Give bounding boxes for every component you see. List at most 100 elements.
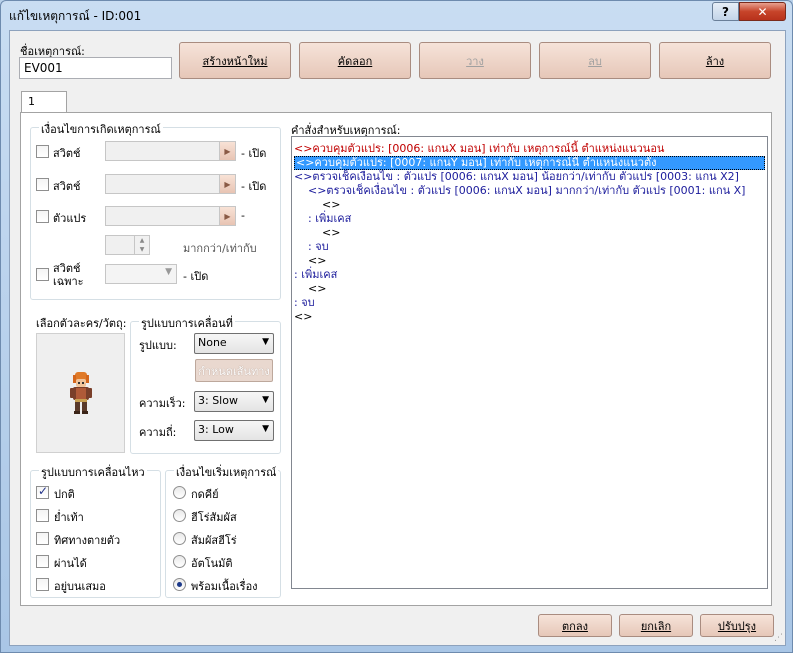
option-checkbox[interactable] bbox=[36, 555, 49, 568]
command-line[interactable]: : จบ bbox=[292, 240, 767, 254]
trigger-label: กดคีย์ bbox=[191, 488, 219, 501]
help-button[interactable]: ? bbox=[712, 2, 739, 21]
character-sprite-icon bbox=[70, 372, 92, 414]
switch2-selector[interactable]: ▶ bbox=[105, 174, 236, 194]
switch2-arrow-icon: ▶ bbox=[219, 175, 235, 193]
frequency-value: 3: Low bbox=[198, 423, 234, 436]
speed-label: ความเร็ว: bbox=[139, 397, 186, 410]
graphic-label: เลือกตัวละคร/วัตถุ: bbox=[36, 317, 127, 330]
command-line[interactable]: <> bbox=[292, 310, 767, 324]
command-line[interactable]: <>ตรวจเช็คเงื่อนไข : ตัวแปร [0006: แกนX … bbox=[292, 184, 767, 198]
trigger-radio[interactable] bbox=[173, 486, 186, 499]
delete-page-button[interactable]: ลบ bbox=[539, 42, 651, 79]
apply-button[interactable]: ปรับปรุง bbox=[700, 614, 774, 637]
speed-value: 3: Slow bbox=[198, 394, 238, 407]
cancel-button[interactable]: ยกเลิก bbox=[619, 614, 693, 637]
command-line[interactable]: : จบ bbox=[292, 296, 767, 310]
event-page-panel: เงื่อนไขการเกิดเหตุการณ์ สวิตช์ ▶ - เปิด… bbox=[20, 112, 772, 606]
command-line[interactable]: <> bbox=[292, 282, 767, 296]
switch1-arrow-icon: ▶ bbox=[219, 142, 235, 160]
command-line[interactable]: <> bbox=[292, 198, 767, 212]
command-line[interactable]: : เพิ่มเคส bbox=[292, 212, 767, 226]
option-checkbox[interactable] bbox=[36, 532, 49, 545]
switch1-selector[interactable]: ▶ bbox=[105, 141, 236, 161]
trigger-label: พร้อมเนื้อเรื่อง bbox=[191, 580, 258, 593]
trigger-radio[interactable] bbox=[173, 555, 186, 568]
command-line[interactable]: <>ตรวจเช็คเงื่อนไข : ตัวแปร [0006: แกนX … bbox=[292, 170, 767, 184]
switch2-checkbox[interactable] bbox=[36, 178, 49, 191]
spinner-arrows-icon[interactable]: ▲ ▼ bbox=[134, 236, 149, 254]
resize-grip-icon[interactable]: ⋰ bbox=[774, 633, 783, 643]
command-line[interactable]: <>ควบคุมตัวแปร: [0007: แกนY มอน] เท่ากับ… bbox=[294, 156, 765, 170]
switch1-checkbox[interactable] bbox=[36, 145, 49, 158]
frequency-chevron-down-icon: ▼ bbox=[262, 424, 269, 434]
command-line[interactable]: <>ควบคุมตัวแปร: [0006: แกนX มอน] เท่ากับ… bbox=[292, 142, 767, 156]
event-name-field[interactable]: EV001 bbox=[19, 57, 172, 79]
paste-page-button[interactable]: วาง bbox=[419, 42, 531, 79]
trigger-radio[interactable] bbox=[173, 532, 186, 545]
conditions-group: เงื่อนไขการเกิดเหตุการณ์ สวิตช์ ▶ - เปิด… bbox=[30, 120, 281, 300]
self-switch-label: สวิตช์ เฉพาะ bbox=[53, 262, 84, 288]
trigger-radio[interactable] bbox=[173, 578, 186, 591]
move-route-button[interactable]: กำหนดเส้นทาง bbox=[195, 359, 273, 382]
movement-group: รูปแบบการเคลื่อนที่ รูปแบบ: None ▼ กำหนด… bbox=[130, 314, 281, 454]
trigger-group: เงื่อนไขเริ่มเหตุการณ์ กดคีย์ฮีโร่สัมผัส… bbox=[165, 463, 281, 598]
trigger-title: เงื่อนไขเริ่มเหตุการณ์ bbox=[174, 463, 279, 481]
speed-dropdown[interactable]: 3: Slow ▼ bbox=[194, 391, 274, 412]
trigger-label: อัตโนมัติ bbox=[191, 557, 233, 570]
event-commands-list[interactable]: <>ควบคุมตัวแปร: [0006: แกนX มอน] เท่ากับ… bbox=[291, 136, 768, 589]
movement-title: รูปแบบการเคลื่อนที่ bbox=[139, 314, 235, 332]
frequency-label: ความถี่: bbox=[139, 426, 177, 439]
self-switch-chevron-down-icon: ▼ bbox=[165, 267, 172, 277]
variable-value-spinner[interactable]: ▲ ▼ bbox=[105, 235, 150, 255]
movement-type-value: None bbox=[198, 336, 227, 349]
variable-suffix: - bbox=[241, 209, 245, 222]
switch2-suffix: - เปิด bbox=[241, 180, 267, 193]
movement-type-dropdown[interactable]: None ▼ bbox=[194, 333, 274, 354]
clear-page-button[interactable]: ล้าง bbox=[659, 42, 771, 79]
option-label: ย่ำเท้า bbox=[54, 511, 84, 524]
variable-selector[interactable]: ▶ bbox=[105, 206, 236, 226]
command-line[interactable]: <> bbox=[292, 254, 767, 268]
option-label: อยู่บนเสมอ bbox=[54, 580, 106, 593]
options-group: รูปแบบการเคลื่อนไหว ปกติย่ำเท้าทิศทางตาย… bbox=[30, 463, 161, 598]
self-switch-label-line2: เฉพาะ bbox=[53, 275, 84, 288]
self-switch-checkbox[interactable] bbox=[36, 268, 49, 281]
trigger-label: ฮีโร่สัมผัส bbox=[191, 511, 237, 524]
option-checkbox[interactable] bbox=[36, 509, 49, 522]
close-button[interactable]: ✕ bbox=[739, 2, 786, 21]
trigger-label: สัมผัสฮีโร่ bbox=[191, 534, 237, 547]
new-page-button[interactable]: สร้างหน้าใหม่ bbox=[179, 42, 291, 79]
option-checkbox[interactable] bbox=[36, 578, 49, 591]
self-switch-suffix: - เปิด bbox=[183, 270, 209, 283]
conditions-title: เงื่อนไขการเกิดเหตุการณ์ bbox=[39, 120, 163, 138]
variable-checkbox[interactable] bbox=[36, 210, 49, 223]
trigger-radio[interactable] bbox=[173, 509, 186, 522]
option-checkbox[interactable] bbox=[36, 484, 49, 499]
self-switch-label-line1: สวิตช์ bbox=[53, 262, 81, 275]
dialog-body: ชื่อเหตุการณ์: EV001 สร้างหน้าใหม่ คัดลอ… bbox=[9, 30, 786, 646]
command-line[interactable]: <> bbox=[292, 226, 767, 240]
copy-page-button[interactable]: คัดลอก bbox=[299, 42, 411, 79]
movement-type-label: รูปแบบ: bbox=[139, 339, 177, 352]
window-title: แก้ไขเหตุการณ์ - ID:001 bbox=[9, 9, 142, 23]
variable-compare-label: มากกว่า/เท่ากับ bbox=[183, 242, 257, 255]
ok-button[interactable]: ตกลง bbox=[538, 614, 612, 637]
speed-chevron-down-icon: ▼ bbox=[262, 395, 269, 405]
switch1-suffix: - เปิด bbox=[241, 147, 267, 160]
self-switch-dropdown[interactable]: ▼ bbox=[105, 264, 177, 284]
title-bar[interactable]: แก้ไขเหตุการณ์ - ID:001 ? ✕ bbox=[1, 1, 792, 29]
variable-label: ตัวแปร bbox=[53, 212, 87, 225]
command-line[interactable]: : เพิ่มเคส bbox=[292, 268, 767, 282]
tab-page-1[interactable]: 1 bbox=[21, 91, 67, 113]
switch1-label: สวิตช์ bbox=[53, 147, 81, 160]
event-editor-window: แก้ไขเหตุการณ์ - ID:001 ? ✕ ชื่อเหตุการณ… bbox=[0, 0, 793, 653]
options-title: รูปแบบการเคลื่อนไหว bbox=[39, 463, 147, 481]
character-graphic-box[interactable] bbox=[36, 333, 125, 453]
variable-arrow-icon: ▶ bbox=[219, 207, 235, 225]
option-label: ทิศทางตายตัว bbox=[54, 534, 121, 547]
movement-type-chevron-down-icon: ▼ bbox=[262, 337, 269, 347]
option-label: ปกติ bbox=[54, 488, 75, 501]
frequency-dropdown[interactable]: 3: Low ▼ bbox=[194, 420, 274, 441]
switch2-label: สวิตช์ bbox=[53, 180, 81, 193]
